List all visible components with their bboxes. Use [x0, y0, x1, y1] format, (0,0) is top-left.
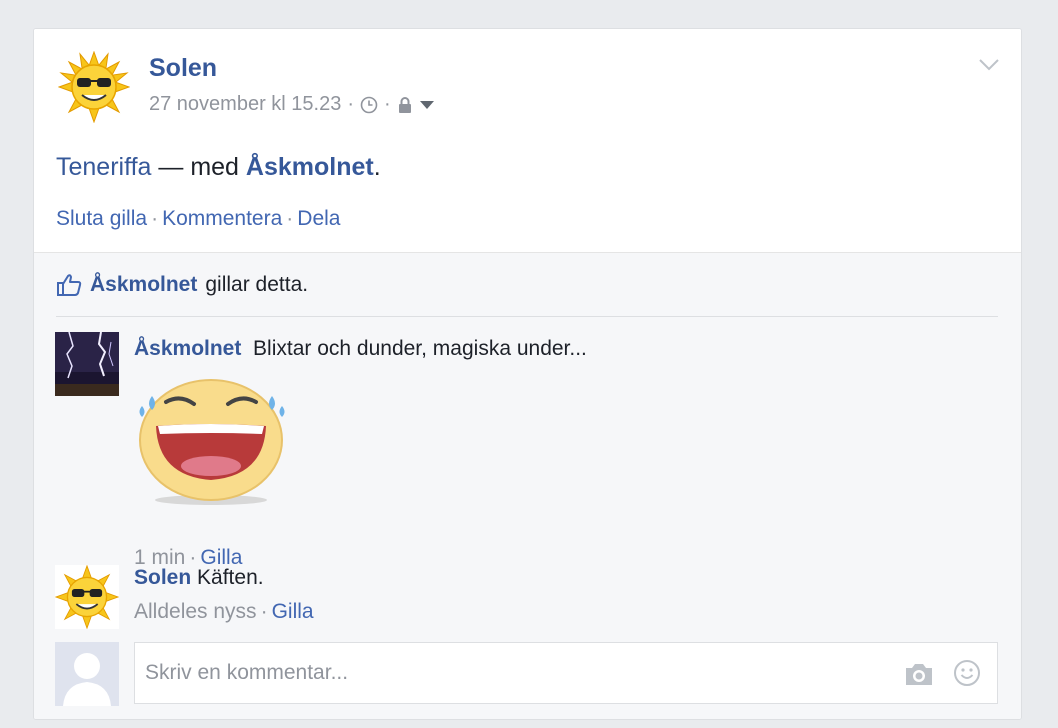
- camera-icon[interactable]: [903, 660, 935, 688]
- comment-input[interactable]: [145, 657, 885, 689]
- comment-2-sep: ·: [260, 600, 268, 623]
- comment-2-line: Solen Käften.: [134, 566, 264, 590]
- comment-1-line: Åskmolnet Blixtar och dunder, magiska un…: [134, 337, 587, 361]
- action-separator-2: ·: [286, 207, 294, 230]
- post-header-section: Solen 27 november kl 15.23 · · Teneriffa…: [34, 29, 1021, 252]
- with-text: — med: [151, 153, 246, 181]
- post-meta: 27 november kl 15.23 · ·: [149, 93, 435, 116]
- post-actions: Sluta gilla · Kommentera · Dela: [56, 207, 340, 231]
- commenter-avatar-storm[interactable]: [55, 332, 119, 396]
- likes-text: gillar detta.: [205, 273, 309, 296]
- action-separator: ·: [151, 207, 159, 230]
- smiley-icon[interactable]: [953, 659, 981, 687]
- comment-composer: [134, 642, 998, 704]
- viewer-avatar-placeholder: [55, 642, 119, 706]
- comment-2-meta: Alldeles nyss · Gilla: [134, 600, 314, 624]
- comment-2-time[interactable]: Alldeles nyss: [134, 600, 257, 623]
- chevron-down-icon[interactable]: [978, 57, 1000, 73]
- post-author[interactable]: Solen: [149, 54, 217, 83]
- comment-1-text: Blixtar och dunder, magiska under...: [253, 337, 587, 360]
- laughing-tears-sticker: [139, 379, 285, 505]
- feedback-section: Åskmolnet gillar detta. Åskmolnet Blixta…: [34, 252, 1021, 719]
- comment-2-author[interactable]: Solen: [134, 566, 191, 589]
- thumbs-up-icon: [57, 274, 82, 296]
- comment-2-like-button[interactable]: Gilla: [272, 600, 314, 623]
- likes-summary: Åskmolnet gillar detta.: [56, 273, 308, 297]
- lock-icon[interactable]: [397, 96, 413, 114]
- post-card: Solen 27 november kl 15.23 · · Teneriffa…: [33, 28, 1022, 720]
- divider: [56, 316, 998, 317]
- comment-1-author[interactable]: Åskmolnet: [134, 337, 241, 360]
- liker-name[interactable]: Åskmolnet: [90, 273, 197, 297]
- comment-2-text: Käften.: [197, 566, 264, 589]
- clock-icon: [360, 96, 378, 113]
- place-link[interactable]: Teneriffa: [56, 153, 151, 181]
- post-text: Teneriffa — med Åskmolnet.: [56, 153, 381, 182]
- comment-button[interactable]: Kommentera: [162, 207, 282, 230]
- meta-separator: ·: [347, 93, 355, 115]
- commenter-avatar-sun[interactable]: [55, 565, 119, 629]
- audience-dropdown-icon[interactable]: [419, 99, 435, 111]
- meta-separator-2: ·: [384, 93, 391, 115]
- author-avatar-sun[interactable]: [58, 51, 130, 123]
- share-button[interactable]: Dela: [297, 207, 340, 230]
- tagged-friend-link[interactable]: Åskmolnet: [246, 153, 374, 181]
- post-timestamp[interactable]: 27 november kl 15.23: [149, 93, 341, 116]
- unlike-button[interactable]: Sluta gilla: [56, 207, 147, 230]
- post-text-end: .: [373, 153, 381, 181]
